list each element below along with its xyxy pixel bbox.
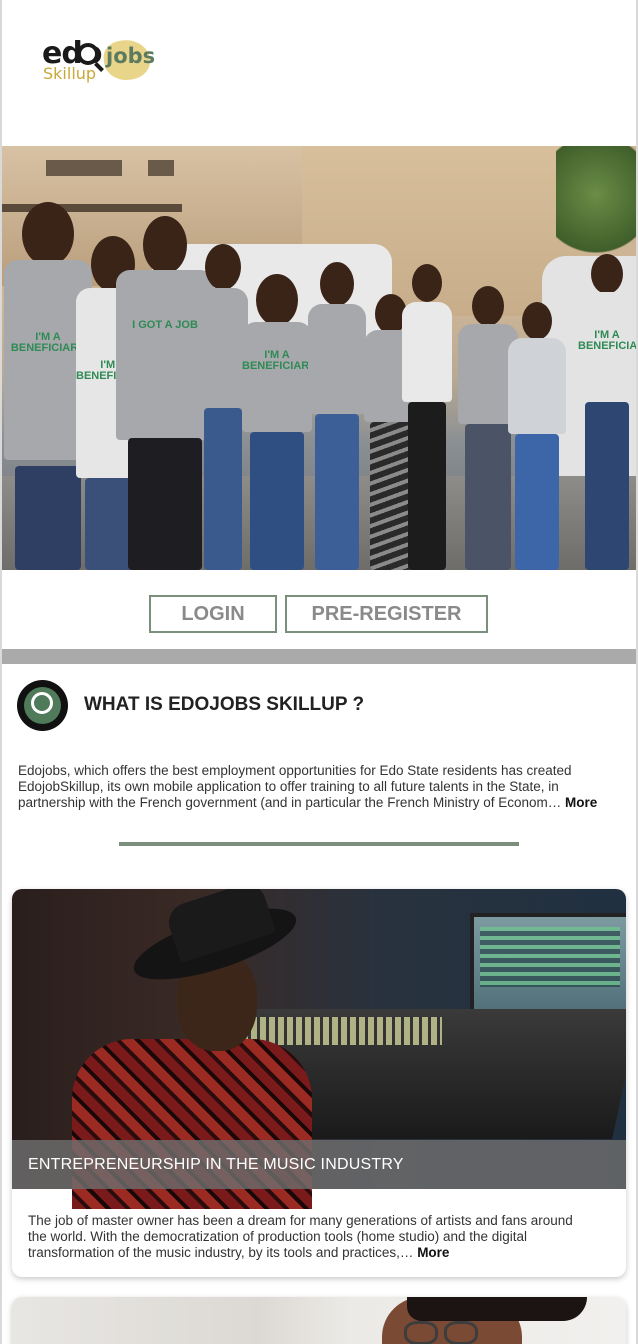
description-line: partnership with the French government (…: [18, 795, 562, 810]
auth-button-row: LOGIN PRE-REGISTER: [0, 595, 638, 633]
card-description-line: The job of master owner has been a dream…: [28, 1213, 573, 1228]
green-divider: [119, 842, 519, 846]
woman-hair: [407, 1297, 587, 1321]
hero-person: [402, 258, 452, 570]
card-description-line: transformation of the music industry, by…: [28, 1245, 414, 1260]
card-more-link[interactable]: More: [417, 1245, 449, 1260]
hero-person: [508, 300, 566, 570]
card-description: The job of master owner has been a dream…: [28, 1213, 614, 1261]
description-line: Edojobs, which offers the best employmen…: [18, 763, 572, 778]
hero-person: I'M A BENEFICIARY: [578, 250, 636, 570]
training-card[interactable]: ENTREPRENEURSHIP IN THE MUSIC INDUSTRY T…: [12, 889, 626, 1277]
hero-person: [198, 240, 248, 570]
app-header: edo jobs Skillup: [2, 0, 636, 146]
hero-person: I'M A BENEFICIARY: [242, 270, 316, 570]
hero-tree: [556, 146, 636, 266]
card-caption-bar: ENTREPRENEURSHIP IN THE MUSIC INDUSTRY: [12, 1140, 626, 1189]
logo-skillup-text: Skillup: [43, 64, 97, 83]
magnifier-icon: [77, 43, 99, 65]
card-photo: [12, 1297, 626, 1344]
preregister-button[interactable]: PRE-REGISTER: [285, 595, 488, 633]
edojobs-badge-icon: [17, 680, 68, 731]
section-title: WHAT IS EDOJOBS SKILLUP ?: [84, 694, 365, 715]
section-description: Edojobs, which offers the best employmen…: [18, 763, 618, 811]
card-description-line: the world. With the democratization of p…: [28, 1229, 528, 1244]
description-line: EdojobSkillup, its own mobile applicatio…: [18, 779, 559, 794]
logo-jobs-text: jobs: [106, 44, 156, 68]
hero-photo: I'M A BENEFICIARY I'M A BENEFICIARY I GO…: [2, 146, 636, 570]
training-card[interactable]: [12, 1297, 626, 1344]
more-link[interactable]: More: [565, 795, 597, 810]
hero-person: [308, 260, 366, 570]
edojobs-logo[interactable]: edo jobs Skillup: [42, 36, 162, 86]
glasses-icon: [404, 1321, 438, 1344]
login-button[interactable]: LOGIN: [149, 595, 277, 633]
glasses-icon: [444, 1321, 478, 1344]
card-title: ENTREPRENEURSHIP IN THE MUSIC INDUSTRY: [28, 1156, 404, 1173]
console-meters: [242, 1017, 442, 1045]
section-separator-bar: [2, 649, 636, 664]
